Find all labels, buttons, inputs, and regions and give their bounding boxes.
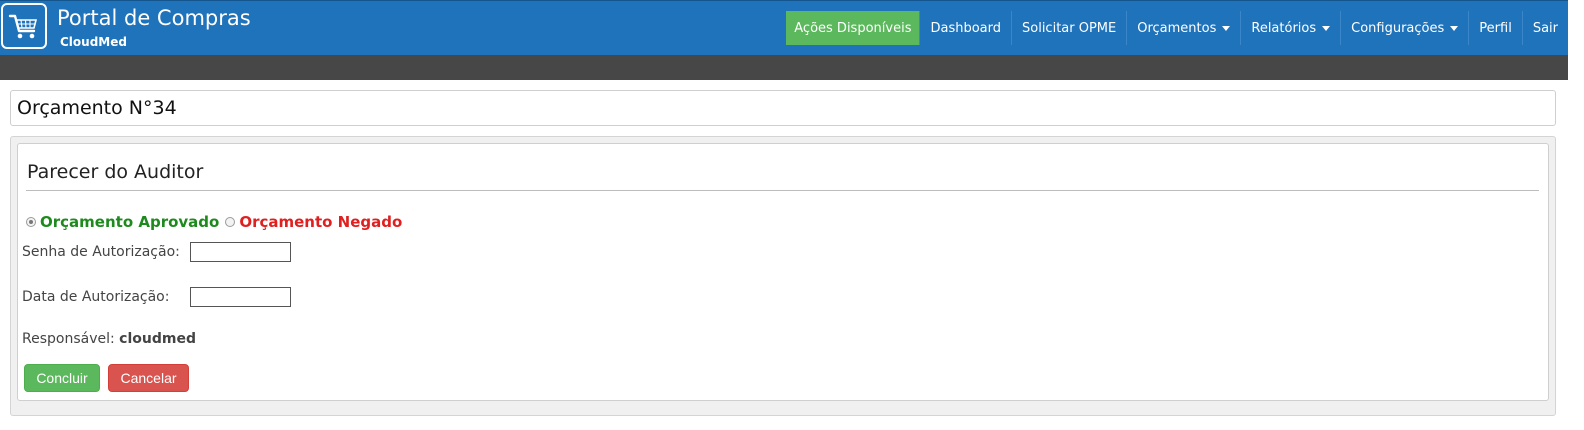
senha-label: Senha de Autorização:	[22, 244, 180, 260]
data-input[interactable]	[190, 287, 291, 307]
main-nav: Ações Disponíveis Dashboard Solicitar OP…	[786, 11, 1568, 45]
nav-item-relatorios[interactable]: Relatórios	[1240, 11, 1340, 45]
cart-glyph	[8, 14, 38, 39]
responsavel-label: Responsável:	[22, 331, 115, 347]
shopping-cart-icon[interactable]	[1, 3, 47, 49]
radio-denied[interactable]	[225, 217, 236, 227]
nav-item-acoes-disponiveis[interactable]: Ações Disponíveis	[786, 11, 920, 45]
nav-item-label: Relatórios	[1251, 20, 1317, 36]
auditor-panel: Parecer do Auditor Orçamento Aprovado Or…	[17, 143, 1549, 401]
nav-item-label: Dashboard	[930, 20, 1001, 36]
brand-subtitle: CloudMed	[60, 35, 127, 49]
nav-item-label: Perfil	[1479, 20, 1512, 36]
nav-item-perfil[interactable]: Perfil	[1468, 11, 1522, 45]
data-label: Data de Autorização:	[22, 289, 170, 305]
brand-title[interactable]: Portal de Compras	[57, 4, 251, 32]
nav-item-dashboard[interactable]: Dashboard	[919, 11, 1011, 45]
page-title-panel: Orçamento N°34	[10, 90, 1556, 126]
divider	[26, 190, 1539, 191]
nav-item-label: Solicitar OPME	[1022, 20, 1117, 36]
cancelar-button[interactable]: Cancelar	[108, 364, 189, 392]
radio-approved[interactable]	[26, 217, 36, 227]
section-title: Parecer do Auditor	[27, 161, 204, 183]
nav-item-label: Ações Disponíveis	[794, 20, 912, 36]
nav-item-solicitar-opme[interactable]: Solicitar OPME	[1011, 11, 1126, 45]
caret-down-icon	[1222, 25, 1231, 31]
responsavel-value: cloudmed	[119, 331, 196, 347]
nav-item-orcamentos[interactable]: Orçamentos	[1126, 11, 1240, 45]
decision-radio-group: Orçamento Aprovado Orçamento Negado	[26, 211, 402, 233]
senha-input[interactable]	[190, 242, 291, 262]
caret-down-icon	[1322, 25, 1331, 31]
concluir-button[interactable]: Concluir	[24, 364, 100, 392]
radio-denied-label[interactable]: Orçamento Negado	[239, 213, 402, 231]
auditor-outer-panel: Parecer do Auditor Orçamento Aprovado Or…	[10, 136, 1556, 416]
secondary-bar	[0, 55, 1568, 80]
page-title: Orçamento N°34	[17, 97, 177, 119]
nav-item-label: Configurações	[1351, 20, 1445, 36]
nav-item-sair[interactable]: Sair	[1521, 11, 1568, 45]
nav-item-label: Sair	[1532, 20, 1558, 36]
nav-item-label: Orçamentos	[1137, 20, 1217, 36]
responsavel-row: Responsável: cloudmed	[22, 330, 196, 348]
caret-down-icon	[1450, 25, 1459, 31]
radio-approved-label[interactable]: Orçamento Aprovado	[40, 213, 219, 231]
top-navbar: Portal de Compras CloudMed Ações Disponí…	[0, 0, 1568, 55]
nav-item-configuracoes[interactable]: Configurações	[1340, 11, 1468, 45]
